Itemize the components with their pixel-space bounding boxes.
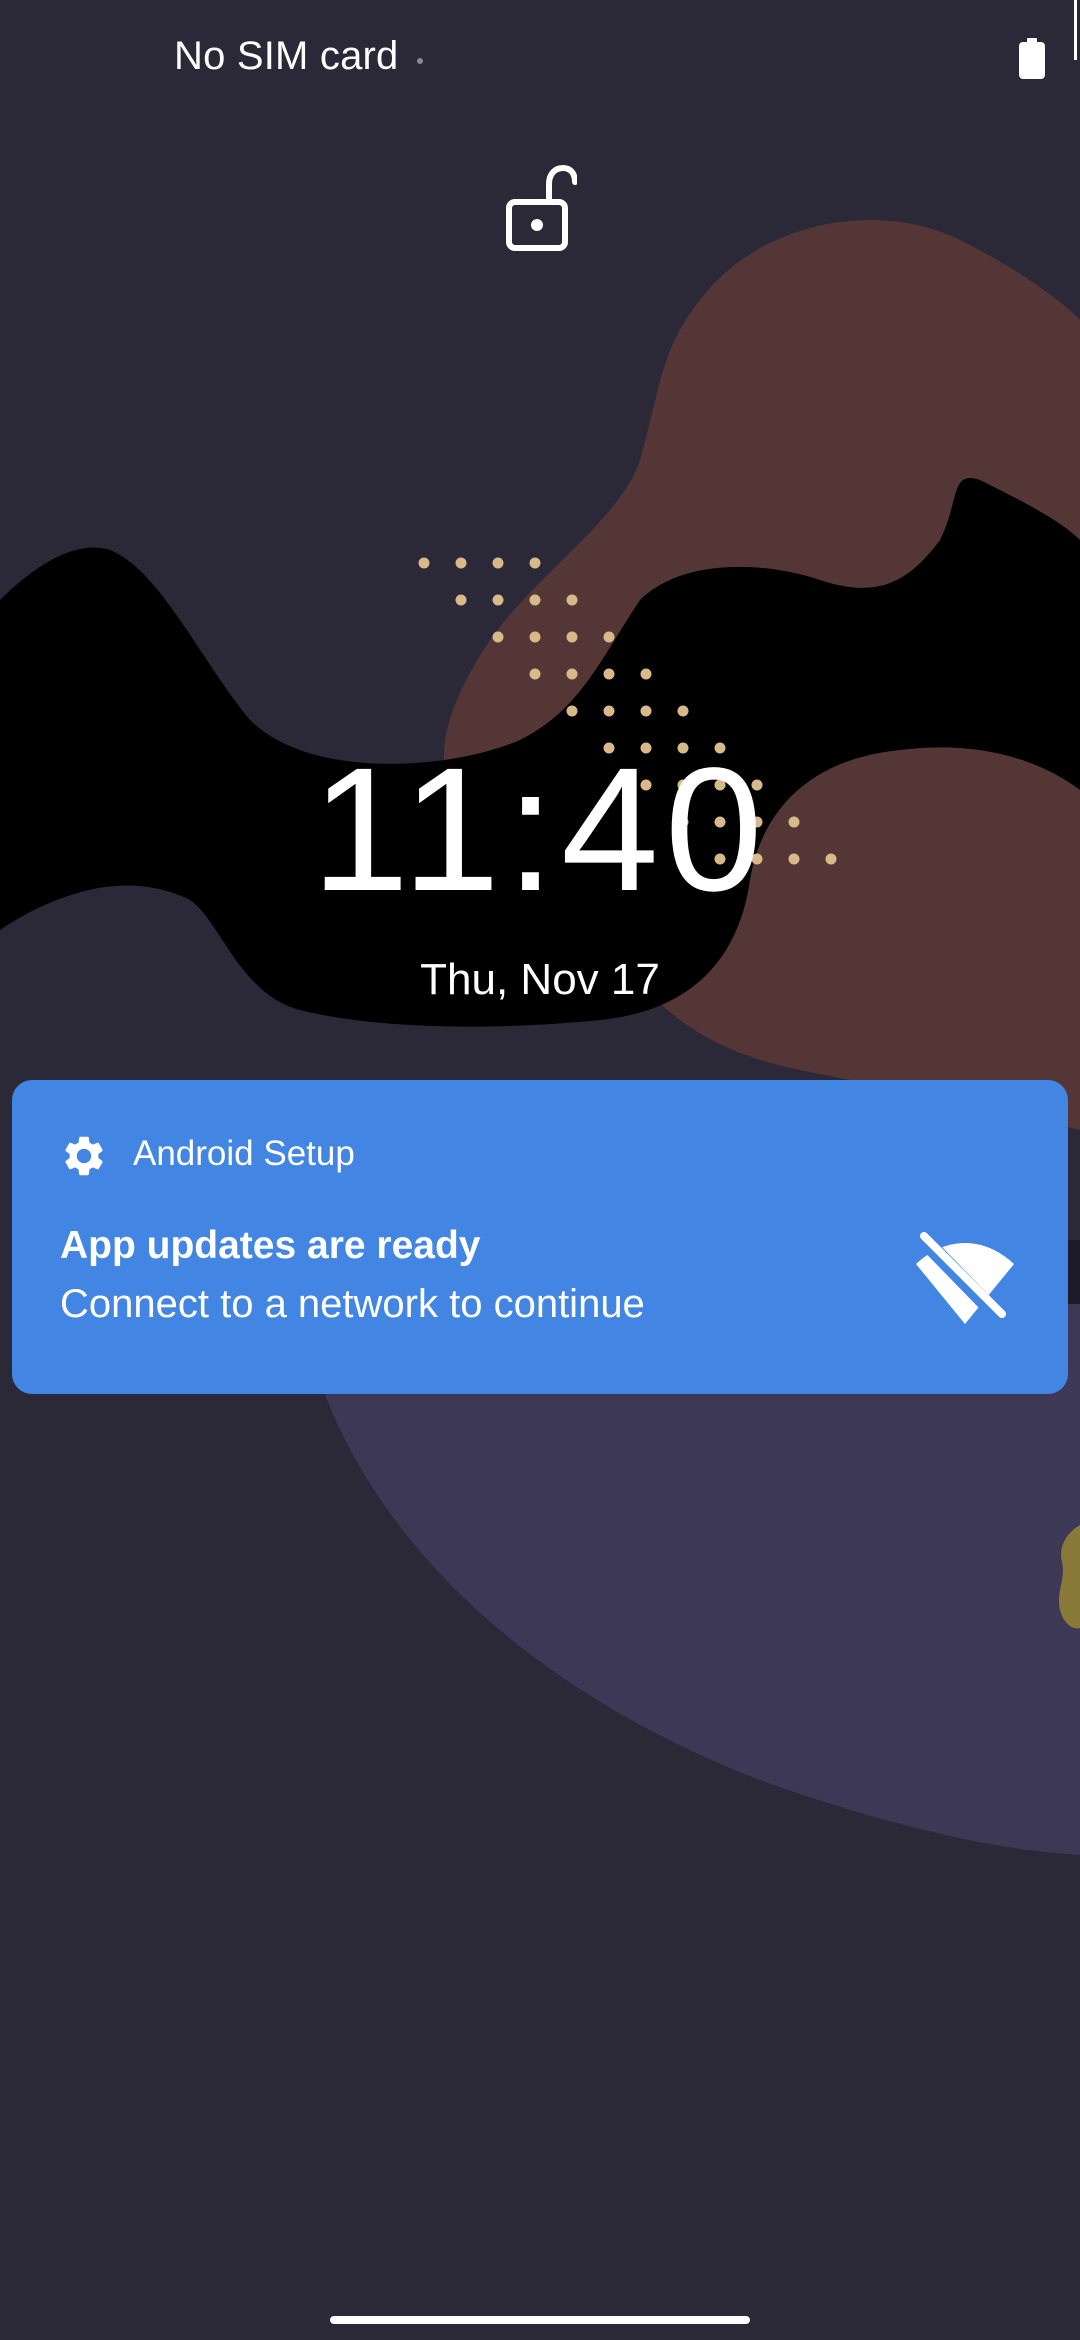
wallpaper-dot (529, 631, 541, 643)
wallpaper-dot (418, 557, 430, 569)
notification-app-name: Android Setup (133, 1134, 355, 1173)
gear-icon (65, 1136, 103, 1176)
lockscreen-clock: 11:40 (311, 732, 769, 928)
status-dot (417, 58, 423, 64)
wallpaper-dot (603, 668, 615, 680)
notification-title: App updates are ready (60, 1224, 481, 1267)
wallpaper-dot (529, 594, 541, 606)
wallpaper-dot (492, 594, 504, 606)
lockscreen-date: Thu, Nov 17 (420, 955, 660, 1004)
wallpaper-dot (566, 631, 578, 643)
wallpaper-dot (603, 631, 615, 643)
wallpaper-dot (640, 668, 652, 680)
wallpaper-dot (640, 705, 652, 717)
wallpaper-dot (492, 631, 504, 643)
wallpaper-dot (566, 668, 578, 680)
wallpaper-dot (455, 557, 467, 569)
wallpaper-dot (566, 705, 578, 717)
wifi-off-icon (916, 1232, 1014, 1324)
wallpaper-dot (455, 594, 467, 606)
gesture-navigation-bar[interactable] (330, 2316, 750, 2324)
notification-card[interactable]: Android Setup App updates are ready Conn… (12, 1080, 1068, 1394)
wallpaper-dot (492, 557, 504, 569)
carrier-label: No SIM card (174, 34, 399, 78)
wallpaper-dot (529, 557, 541, 569)
status-bar: No SIM card (0, 0, 1080, 120)
screen-corner-mark (1074, 0, 1077, 60)
wallpaper-dot (566, 594, 578, 606)
wallpaper-dot (677, 705, 689, 717)
battery-full-icon (1019, 38, 1045, 79)
notification-text: Connect to a network to continue (60, 1282, 645, 1326)
wallpaper-dot (529, 668, 541, 680)
unlocked-padlock-icon[interactable] (505, 162, 577, 252)
wallpaper-dot (603, 705, 615, 717)
